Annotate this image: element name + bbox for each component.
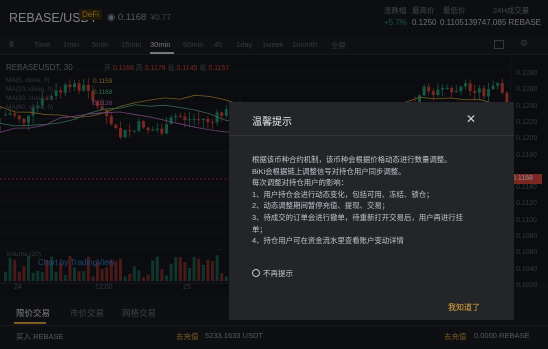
modal-line: 单； <box>252 224 267 234</box>
modal-line: 每次调整对持仓用户的影响： <box>252 178 349 188</box>
confirm-button[interactable]: 我知道了 <box>448 302 480 313</box>
modal-line: 4、持仓用户可在资金流水里查看账户变动详情 <box>252 236 404 246</box>
modal-line: 3、待成交的订单会进行撤单，待重新打开交易后，用户再进行挂 <box>252 212 464 222</box>
modal-body: 根据该币种合约机制，该币种会根据价格动态进行数量调整。 BiKi会根据链上调整信… <box>252 154 492 247</box>
modal-line: 2、动态调整期间暂停充值、提现、交易； <box>252 201 390 211</box>
modal-divider <box>229 135 514 136</box>
modal-title: 温馨提示 <box>252 117 292 128</box>
modal-line: 根据该币种合约机制，该币种会根据价格动态进行数量调整。 <box>252 155 452 164</box>
dont-show-radio[interactable] <box>252 269 260 277</box>
dont-show-label[interactable]: 不再提示 <box>263 268 293 279</box>
close-icon[interactable]: ✕ <box>466 113 476 125</box>
modal-line: BiKi会根据链上调整信号对持仓用户同步调整。 <box>252 166 406 176</box>
modal-line: 1、用户持仓会进行动态变化，包括可用、冻结、锁仓； <box>252 189 434 199</box>
